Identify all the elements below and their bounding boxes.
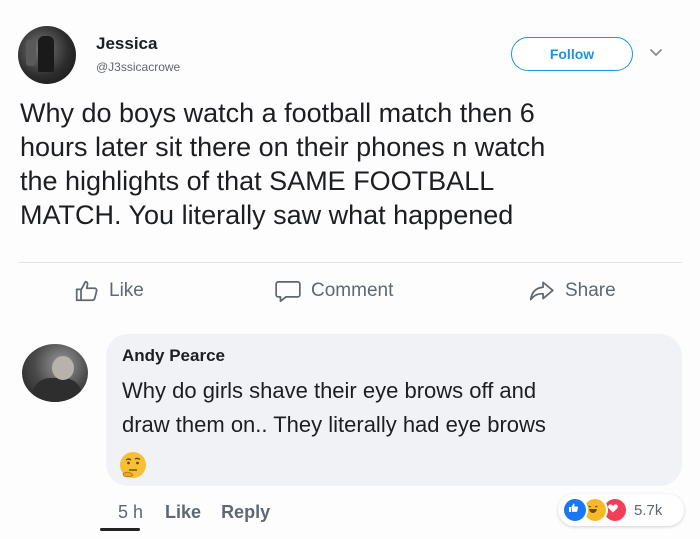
avatar-face: [52, 356, 74, 380]
comment-like-link[interactable]: Like: [165, 502, 201, 523]
avatar-figure: [38, 36, 54, 72]
author-name[interactable]: Jessica: [96, 34, 157, 54]
post-text-line: Why do boys watch a football match then …: [20, 98, 535, 128]
share-arrow-icon: [529, 281, 554, 301]
like-button[interactable]: Like: [74, 278, 144, 304]
author-avatar[interactable]: [18, 26, 76, 84]
post-text-line: MATCH. You literally saw what happened: [20, 200, 514, 230]
divider: [18, 262, 682, 263]
commenter-name[interactable]: Andy Pearce: [122, 346, 225, 366]
reaction-count: 5.7k: [634, 501, 663, 519]
comment-bubble: Andy Pearce Why do girls shave their eye…: [106, 334, 682, 486]
thinking-face-icon: [120, 452, 146, 478]
chevron-down-icon[interactable]: [648, 44, 664, 60]
avatar-figure-left: [26, 40, 36, 66]
post-text-line: the highlights of that SAME FOOTBALL: [20, 166, 495, 196]
like-thumb-icon: [75, 280, 98, 302]
comment-button[interactable]: Comment: [274, 278, 393, 304]
like-reaction-icon: [562, 497, 588, 523]
comment-reply-link[interactable]: Reply: [221, 502, 270, 523]
facebook-post-screenshot: Jessica @J3ssicacrowe Follow Why do boys…: [0, 0, 700, 539]
avatar-body: [32, 378, 82, 402]
comment-text-line: draw them on.. They literally had eye br…: [122, 412, 546, 437]
comment-time[interactable]: 5 h: [118, 502, 143, 523]
comment: Andy Pearce Why do girls shave their eye…: [18, 330, 684, 530]
comment-meta: 5 h Like Reply: [118, 502, 290, 523]
author-handle[interactable]: @J3ssicacrowe: [96, 60, 180, 74]
like-label: Like: [109, 280, 144, 301]
reactions-summary[interactable]: 5.7k: [558, 494, 684, 526]
post-action-bar: Like Comment Share: [0, 272, 700, 312]
cropped-edge-mark: [100, 528, 140, 531]
comment-label: Comment: [311, 280, 394, 301]
comment-bubble-icon: [275, 280, 301, 303]
follow-button[interactable]: Follow: [511, 37, 633, 71]
comment-text: Why do girls shave their eye brows off a…: [122, 374, 546, 442]
share-button[interactable]: Share: [528, 278, 616, 304]
share-label: Share: [565, 280, 616, 301]
comment-text-line: Why do girls shave their eye brows off a…: [122, 378, 537, 403]
post-header: Jessica @J3ssicacrowe Follow: [18, 22, 682, 92]
post-text-line: hours later sit there on their phones n …: [20, 132, 546, 162]
commenter-avatar[interactable]: [22, 344, 88, 402]
post-text: Why do boys watch a football match then …: [20, 96, 680, 232]
